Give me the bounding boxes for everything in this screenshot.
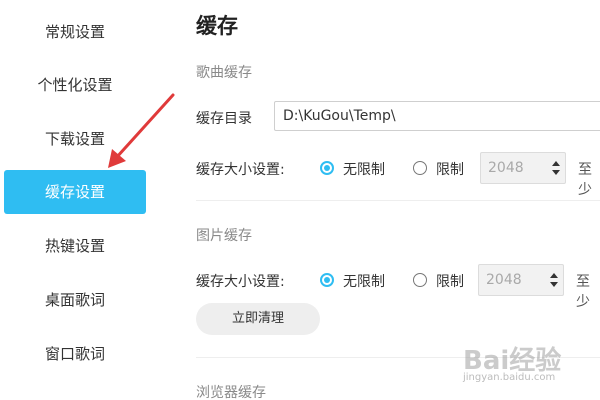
sidebar-item-cache[interactable]: 缓存设置 [4, 170, 146, 214]
song-cache-section-title: 歌曲缓存 [196, 65, 252, 81]
settings-sidebar: 常规设置 个性化设置 下载设置 缓存设置 热键设置 桌面歌词 窗口歌词 [0, 0, 160, 400]
song-cache-unlimited-radio[interactable] [320, 161, 334, 175]
image-cache-size-label: 缓存大小设置: [196, 274, 285, 290]
sidebar-item-download[interactable]: 下载设置 [4, 117, 146, 161]
image-cache-limit-radio[interactable] [413, 273, 427, 287]
section-divider [196, 357, 600, 358]
sidebar-item-personalization[interactable]: 个性化设置 [4, 63, 146, 107]
settings-window: 常规设置 个性化设置 下载设置 缓存设置 热键设置 桌面歌词 窗口歌词 缓存 歌… [0, 0, 600, 400]
image-cache-unlimited-radio[interactable] [320, 273, 334, 287]
image-cache-limit-value: 2048 [486, 272, 522, 288]
sidebar-item-hotkeys[interactable]: 热键设置 [4, 224, 146, 268]
song-cache-limit-value: 2048 [488, 160, 524, 176]
song-cache-limit-label[interactable]: 限制 [436, 159, 464, 179]
sidebar-item-desktop-lyrics[interactable]: 桌面歌词 [4, 278, 146, 322]
section-divider [196, 200, 600, 201]
image-cache-unlimited-label[interactable]: 无限制 [343, 271, 385, 291]
song-cache-limit-suffix: 至少 [578, 162, 592, 198]
image-cache-limit-label[interactable]: 限制 [436, 271, 464, 291]
cache-directory-label: 缓存目录 [196, 111, 252, 127]
cache-settings-panel: 缓存 歌曲缓存 缓存目录 D:\KuGou\Temp\ 缓存大小设置: 无限制 … [178, 0, 600, 400]
cache-directory-input[interactable]: D:\KuGou\Temp\ [274, 101, 600, 131]
image-cache-limit-suffix: 至少 [576, 274, 590, 310]
song-cache-size-label: 缓存大小设置: [196, 162, 285, 178]
browser-cache-section-title: 浏览器缓存 [196, 385, 266, 400]
image-cache-limit-stepper[interactable]: 2048 [478, 264, 564, 296]
song-cache-limit-stepper[interactable]: 2048 [480, 152, 566, 184]
stepper-arrows-icon[interactable] [550, 271, 558, 289]
sidebar-item-window-lyrics[interactable]: 窗口歌词 [4, 332, 146, 376]
sidebar-item-general[interactable]: 常规设置 [4, 10, 146, 54]
clear-now-button[interactable]: 立即清理 [196, 303, 320, 335]
page-title: 缓存 [196, 14, 238, 38]
song-cache-limit-radio[interactable] [413, 161, 427, 175]
stepper-arrows-icon[interactable] [552, 159, 560, 177]
song-cache-unlimited-label[interactable]: 无限制 [343, 159, 385, 179]
image-cache-section-title: 图片缓存 [196, 228, 252, 244]
